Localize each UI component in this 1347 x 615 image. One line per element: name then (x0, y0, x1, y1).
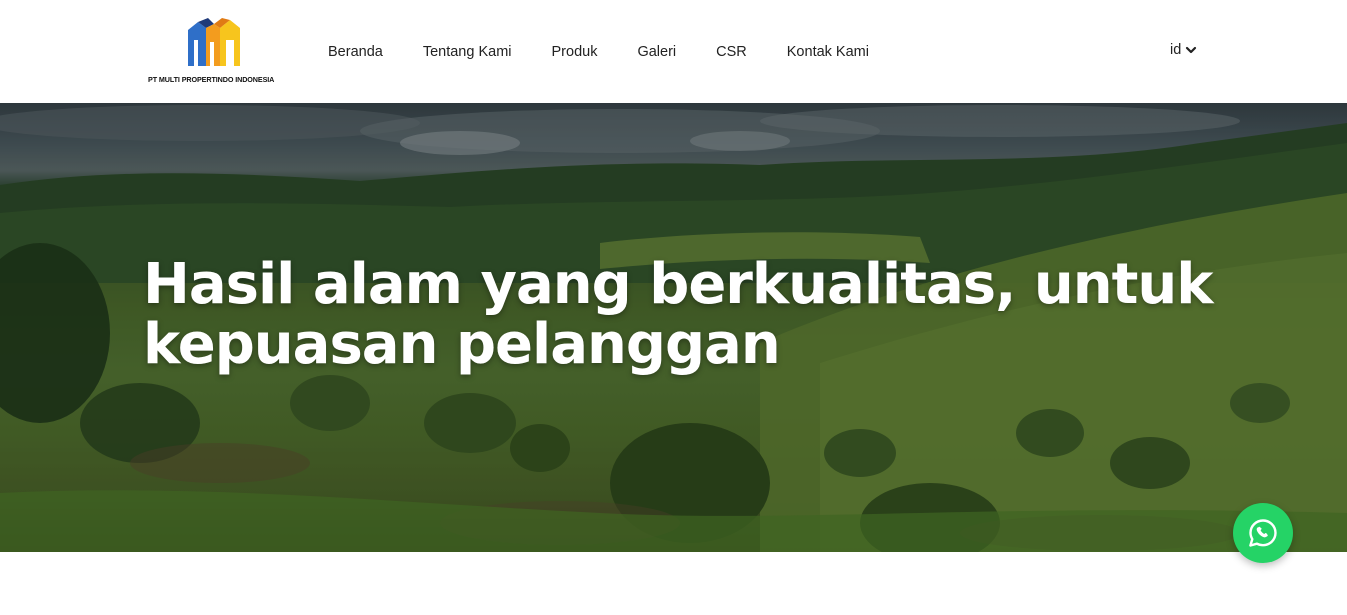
nav-item-produk[interactable]: Produk (532, 44, 618, 60)
building-logo-icon (188, 18, 240, 66)
nav-item-galeri[interactable]: Galeri (617, 44, 696, 60)
hero-banner: Hasil alam yang berkualitas, untuk kepua… (0, 103, 1347, 552)
nav-item-kontak-kami[interactable]: Kontak Kami (767, 44, 889, 60)
hero-title-line-2: kepuasan pelanggan (143, 312, 781, 377)
language-selector[interactable]: id (1170, 42, 1197, 58)
nav-item-csr[interactable]: CSR (696, 44, 767, 60)
nav-item-beranda[interactable]: Beranda (308, 44, 403, 60)
language-label: id (1170, 42, 1182, 58)
hero-title: Hasil alam yang berkualitas, untuk kepua… (143, 255, 1243, 375)
company-logo[interactable]: PT MULTI PROPERTINDO INDONESIA (148, 18, 288, 88)
hero-title-line-1: Hasil alam yang berkualitas, untuk (143, 252, 1213, 317)
nav-item-tentang-kami[interactable]: Tentang Kami (403, 44, 532, 60)
chevron-down-icon (1186, 46, 1197, 54)
whatsapp-icon (1249, 519, 1277, 547)
whatsapp-button[interactable] (1233, 503, 1293, 563)
site-header: PT MULTI PROPERTINDO INDONESIA Beranda T… (0, 0, 1347, 103)
company-name: PT MULTI PROPERTINDO INDONESIA (148, 75, 275, 84)
main-nav: Beranda Tentang Kami Produk Galeri CSR K… (308, 40, 889, 64)
